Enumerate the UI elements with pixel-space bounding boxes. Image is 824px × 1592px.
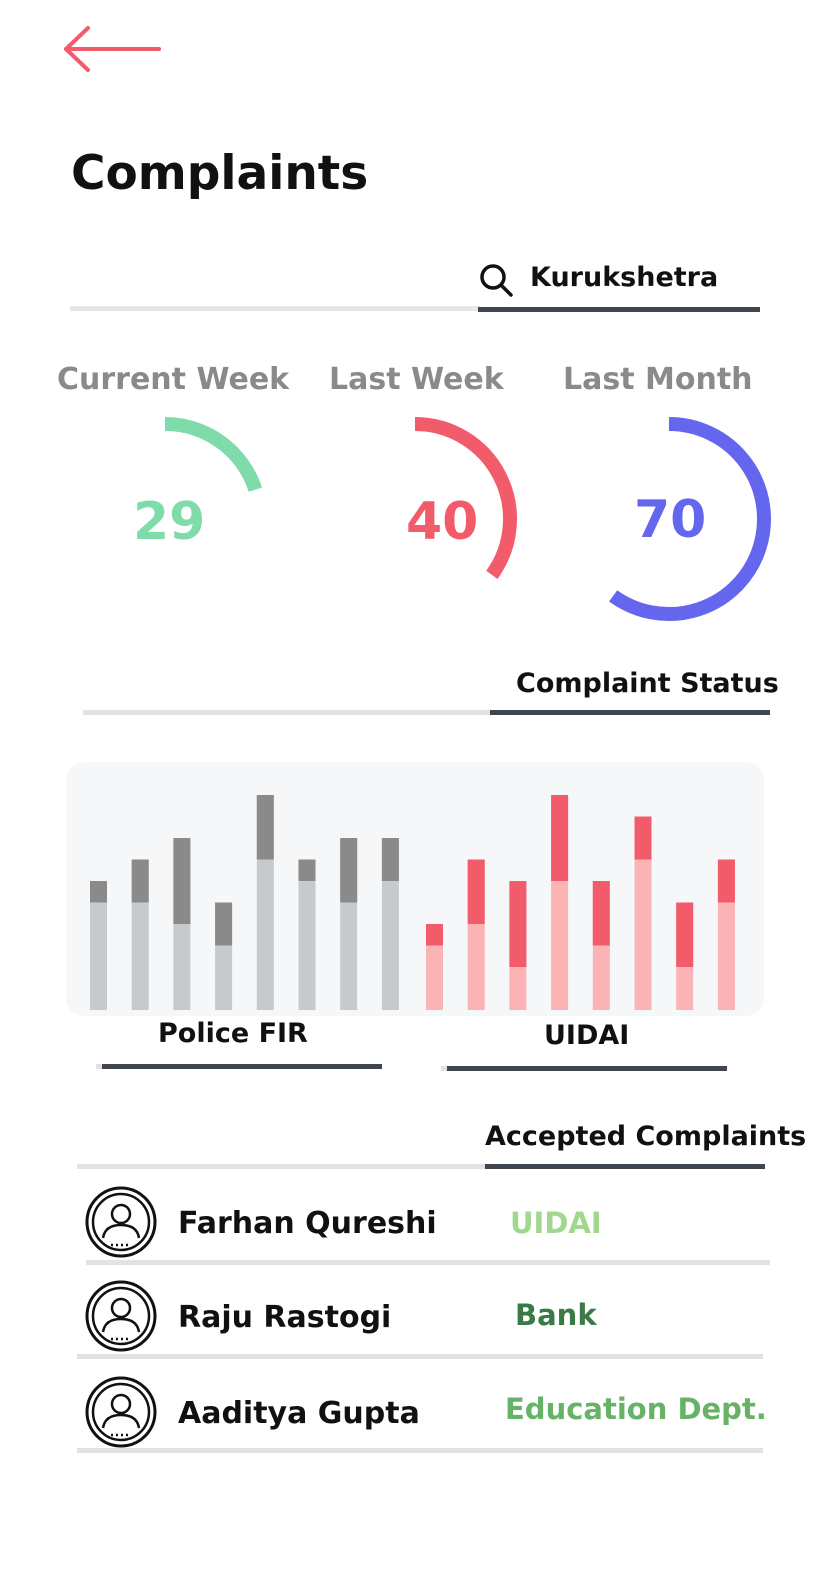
search-divider — [70, 306, 480, 311]
row-divider — [77, 1354, 763, 1359]
accepted-complaints-heading: Accepted Complaints — [485, 1121, 807, 1152]
bar-segment-police-fir-5 — [256, 795, 274, 860]
arrow-left-icon — [64, 26, 161, 72]
complaint-status-heading: Complaint Status — [516, 668, 779, 699]
period-label-last-week: Last Week — [329, 362, 504, 397]
complainant-name: Farhan Qureshi — [178, 1206, 437, 1241]
complaint-status-chart — [90, 795, 735, 1010]
gauge-arc-current-week — [164, 417, 263, 492]
section-divider — [83, 710, 495, 715]
bar-segment-police-fir-1 — [90, 881, 107, 903]
complainant-name: Aaditya Gupta — [178, 1396, 420, 1431]
tab-underline-uidai — [447, 1066, 727, 1071]
section-underline — [490, 710, 770, 715]
bar-segment-uidai-1 — [426, 924, 443, 946]
search-value: Kurukshetra — [530, 262, 719, 293]
search-bar: Kurukshetra — [70, 254, 760, 316]
user-avatar-icon — [85, 1280, 157, 1352]
bar-segment-uidai-8 — [717, 859, 735, 903]
bar-segment-uidai-5 — [592, 881, 610, 946]
bar-segment-police-fir-6 — [298, 859, 316, 881]
user-avatar-icon — [85, 1376, 157, 1448]
bar-segment-police-fir-3 — [173, 838, 191, 924]
gauge-value-last-week: 40 — [406, 492, 479, 552]
complainant-name: Raju Rastogi — [178, 1300, 392, 1335]
period-label-last-month: Last Month — [563, 362, 753, 397]
list-item[interactable]: Aaditya Gupta Education Dept. — [0, 1368, 824, 1458]
bar-segment-police-fir-8 — [381, 838, 399, 881]
department-label: UIDAI — [510, 1206, 602, 1240]
bar-segment-uidai-6 — [634, 816, 652, 860]
department-label: Education Dept. — [505, 1392, 767, 1426]
bar-segment-uidai-7 — [676, 902, 694, 967]
bar-segment-police-fir-2 — [131, 859, 149, 903]
gauge-value-current-week: 29 — [133, 492, 206, 552]
tab-underline-police-fir — [102, 1064, 382, 1069]
gauge-value-last-month: 70 — [634, 490, 707, 550]
accepted-divider — [77, 1164, 489, 1169]
period-label-current-week: Current Week — [57, 362, 290, 397]
user-avatar-icon — [85, 1186, 157, 1258]
tab-police-fir[interactable]: Police FIR — [158, 1018, 308, 1049]
search-input[interactable]: Kurukshetra — [478, 254, 760, 312]
page-title: Complaints — [71, 146, 369, 201]
bar-segment-police-fir-4 — [215, 902, 233, 946]
row-divider — [77, 1448, 763, 1453]
accepted-underline — [485, 1164, 765, 1169]
tab-uidai[interactable]: UIDAI — [544, 1020, 629, 1051]
bar-segment-uidai-4 — [551, 795, 569, 881]
list-item[interactable]: Farhan Qureshi UIDAI — [0, 1180, 824, 1270]
row-divider — [86, 1260, 770, 1265]
department-label: Bank — [515, 1298, 597, 1332]
bar-segment-police-fir-7 — [340, 838, 358, 903]
bar-police-fir-6 — [298, 859, 316, 1010]
list-item[interactable]: Raju Rastogi Bank — [0, 1274, 824, 1364]
bar-segment-uidai-3 — [509, 881, 527, 967]
back-button[interactable] — [60, 22, 164, 78]
bar-segment-uidai-2 — [467, 859, 485, 924]
search-icon — [480, 264, 513, 297]
